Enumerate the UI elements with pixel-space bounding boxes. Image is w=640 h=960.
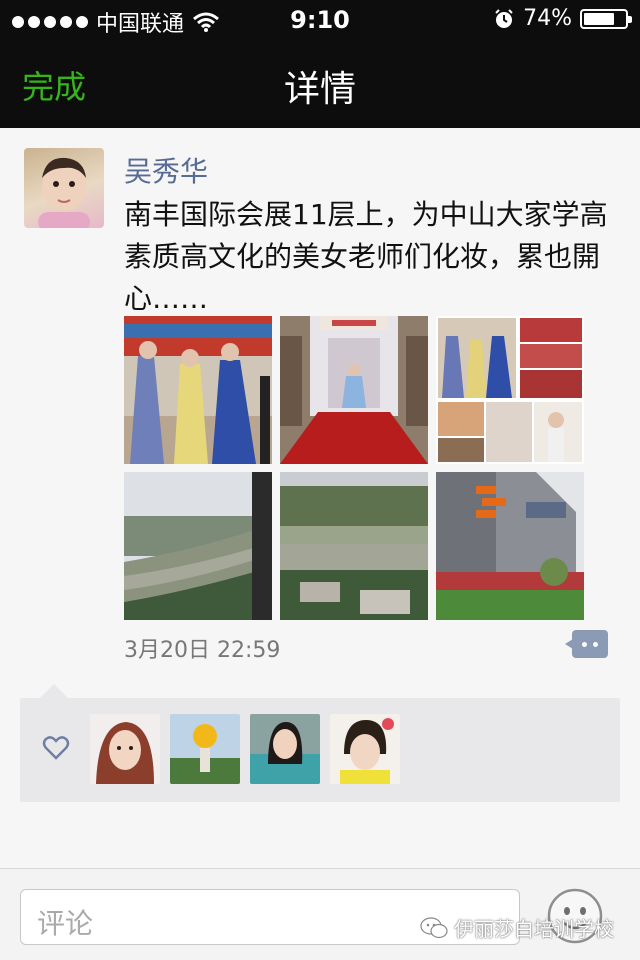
wechat-logo-icon: [420, 916, 448, 938]
photo-modern-building[interactable]: [436, 472, 584, 620]
watermark-text: 伊丽莎白培训学校: [454, 917, 614, 941]
battery-icon: [580, 8, 632, 29]
battery-percent: 74%: [523, 6, 572, 31]
status-bar: 中国联通 9:10 74%: [0, 0, 640, 40]
likes-section: [20, 684, 620, 802]
author-name[interactable]: 吴秀华: [124, 150, 208, 190]
photo-collage[interactable]: [436, 316, 584, 464]
author-avatar[interactable]: [24, 148, 104, 228]
post-detail: 吴秀华 南丰国际会展11层上，为中山大家学高素质高文化的美女老师们化妆，累也開心…: [0, 128, 640, 868]
watermark: 伊丽莎白培训学校: [420, 913, 614, 942]
status-right: 74%: [493, 6, 632, 31]
photo-red-carpet[interactable]: [280, 316, 428, 464]
post-text: 南丰国际会展11层上，为中山大家学高素质高文化的美女老师们化妆，累也開心……: [124, 198, 608, 315]
post-timestamp: 3月20日 22:59: [124, 638, 281, 663]
alarm-clock-icon: [495, 8, 513, 28]
battery-fill: [584, 12, 614, 25]
photo-river-city[interactable]: [280, 472, 428, 620]
avatar-liker-2[interactable]: [170, 714, 240, 784]
comment-more-button[interactable]: [565, 630, 608, 658]
nav-bar: 完成 详情: [0, 40, 640, 128]
comment-bar: 评论 伊丽莎白培训学校: [0, 868, 640, 960]
page-title: 详情: [283, 69, 356, 110]
avatar-liker-4[interactable]: [330, 714, 400, 784]
heart-outline-icon: [42, 736, 70, 760]
photo-group-blue-gowns[interactable]: [124, 316, 272, 464]
photo-river-view[interactable]: [124, 472, 272, 620]
photo-grid: [124, 316, 584, 620]
avatar-liker-3[interactable]: [250, 714, 320, 784]
avatar-liker-1[interactable]: [90, 714, 160, 784]
